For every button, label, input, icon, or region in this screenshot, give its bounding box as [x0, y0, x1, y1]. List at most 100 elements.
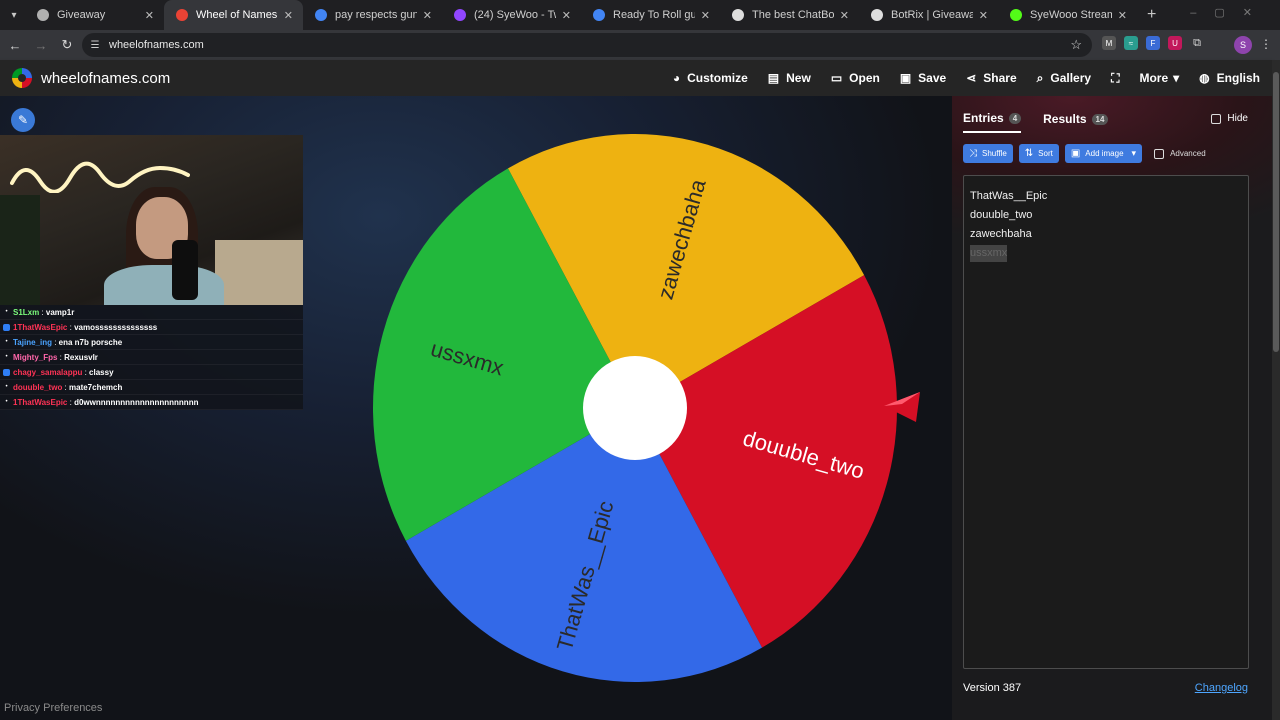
- chat-username: Mighty_Fps: [13, 352, 58, 362]
- tab-close-icon[interactable]: ✕: [562, 9, 571, 22]
- hide-checkbox[interactable]: [1211, 113, 1222, 124]
- chat-badge-icon: [3, 368, 10, 376]
- changelog-link[interactable]: Changelog: [1195, 682, 1248, 694]
- add-image-button[interactable]: ▣ Add image ▾: [1064, 144, 1143, 163]
- extensions-row: M ≈ F U ⧉: [1102, 36, 1204, 50]
- advanced-label: Advanced: [1170, 149, 1206, 158]
- wheel-pointer-icon: [884, 392, 920, 422]
- tab-close-icon[interactable]: ✕: [840, 9, 849, 22]
- tab-close-icon[interactable]: ✕: [701, 9, 710, 22]
- site-name[interactable]: wheelofnames.com: [41, 70, 170, 87]
- tab-close-icon[interactable]: ✕: [423, 9, 432, 22]
- advanced-toggle[interactable]: Advanced: [1154, 148, 1206, 159]
- chat-separator: :: [62, 382, 69, 392]
- bookmark-star-icon[interactable]: ☆: [1070, 37, 1082, 53]
- chat-badge-icon: •: [5, 354, 8, 360]
- chat-text: classy: [89, 367, 114, 377]
- tab-close-icon[interactable]: ✕: [284, 9, 293, 22]
- back-icon[interactable]: ←: [4, 38, 26, 53]
- chat-separator: :: [67, 322, 75, 332]
- tab-title: Wheel of Names | Random: [196, 9, 278, 21]
- extension-icon[interactable]: M: [1102, 36, 1116, 50]
- tab-favicon-icon: [315, 9, 327, 21]
- browser-tab[interactable]: Ready To Roll gunbuddy ✕: [581, 0, 720, 30]
- browser-tab[interactable]: SyeWooo Stream - Watch ✕: [998, 0, 1137, 30]
- wheel-logo-icon[interactable]: [12, 68, 32, 88]
- profile-avatar[interactable]: S: [1234, 36, 1252, 54]
- menu-item-english[interactable]: ◍ English: [1199, 71, 1260, 85]
- reload-icon[interactable]: ↻: [56, 37, 78, 53]
- extension-icon[interactable]: U: [1168, 36, 1182, 50]
- wheel-center[interactable]: [583, 356, 687, 460]
- advanced-checkbox[interactable]: [1154, 148, 1165, 159]
- puzzle-icon[interactable]: ⧉: [1190, 36, 1204, 50]
- pencil-icon[interactable]: ✎: [11, 108, 35, 132]
- browser-tab[interactable]: BotRix | Giveaways ✕: [859, 0, 998, 30]
- menu-item-gallery[interactable]: ⌕ Gallery: [1037, 71, 1091, 86]
- window-controls[interactable]: –▢✕: [1190, 6, 1270, 19]
- panel-tabs: Entries 4 Results 14: [963, 111, 1109, 133]
- menu-item-more[interactable]: More ▾: [1139, 71, 1179, 85]
- browser-tab[interactable]: Wheel of Names | Random ✕: [164, 0, 303, 30]
- site-info-icon[interactable]: ☰: [88, 38, 102, 52]
- tab-close-icon[interactable]: ✕: [1118, 9, 1127, 22]
- tab-results[interactable]: Results 14: [1043, 111, 1109, 133]
- entry-line[interactable]: douuble_two: [970, 209, 1032, 221]
- browser-tab[interactable]: The best ChatBot and Wi ✕: [720, 0, 859, 30]
- wheel[interactable]: zawechbahadouuble_twoThatWas__Epicussxmx: [372, 132, 897, 682]
- extension-icon[interactable]: F: [1146, 36, 1160, 50]
- menu-label: New: [786, 71, 811, 85]
- menu-label: Save: [918, 71, 947, 85]
- url-text[interactable]: wheelofnames.com: [109, 39, 204, 51]
- menu-item-fullscreen[interactable]: ⛶: [1111, 71, 1119, 86]
- sort-label: Sort: [1038, 149, 1053, 158]
- chat-badge-icon: •: [5, 399, 8, 405]
- menu-item-new[interactable]: ▤ New: [768, 71, 811, 85]
- omnibox[interactable]: ☰ wheelofnames.com ☆: [82, 33, 1092, 57]
- chat-message: • Tajine_ing : ena n7b porsche: [0, 335, 303, 350]
- browser-tab[interactable]: pay respects gun buddy - ✕: [303, 0, 442, 30]
- entry-line[interactable]: zawechbaha: [970, 228, 1032, 240]
- menu-item-customize[interactable]: ◕ Customize: [673, 71, 748, 85]
- tab-title: BotRix | Giveaways: [891, 9, 973, 21]
- tab-list: Giveaway✕Wheel of Names | Random✕pay res…: [25, 0, 1137, 30]
- count-badge: 14: [1091, 113, 1109, 125]
- menu-label: Share: [983, 71, 1017, 85]
- shuffle-button[interactable]: ⤨ Shuffle: [963, 144, 1013, 163]
- add-image-label: Add image: [1085, 149, 1124, 158]
- hide-label: Hide: [1227, 113, 1248, 124]
- sort-button[interactable]: ⇅ Sort: [1018, 144, 1059, 163]
- browser-tab[interactable]: Giveaway ✕: [25, 0, 164, 30]
- tab-close-icon[interactable]: ✕: [979, 9, 988, 22]
- entries-panel: Entries 4 Results 14 Hide ⤨ Shuffle ⇅ Sort ▣ A…: [952, 96, 1272, 720]
- new-tab-icon[interactable]: +: [1147, 6, 1156, 24]
- entry-line[interactable]: ussxmx: [970, 245, 1008, 262]
- browser-tab[interactable]: (24) SyeWoo - Twitch ✕: [442, 0, 581, 30]
- tab-favicon-icon: [732, 9, 744, 21]
- tab-favicon-icon: [176, 9, 188, 21]
- tab-title: SyeWooo Stream - Watch: [1030, 9, 1112, 21]
- webcam-overlay: [0, 135, 303, 305]
- tab-entries[interactable]: Entries 4: [963, 111, 1022, 133]
- chat-username: chagy_samalappu: [13, 367, 83, 377]
- address-bar: ← → ↻ ☰ wheelofnames.com ☆ M ≈ F U ⧉ S ⋮: [0, 30, 1280, 60]
- menu-item-save[interactable]: ▣ Save: [900, 71, 946, 85]
- tab-favicon-icon: [1010, 9, 1022, 21]
- privacy-preferences-link[interactable]: Privacy Preferences: [4, 702, 102, 714]
- tab-close-icon[interactable]: ✕: [145, 9, 154, 22]
- chrome-menu-icon[interactable]: ⋮: [1260, 37, 1272, 51]
- page-scrollbar[interactable]: [1272, 60, 1280, 720]
- menu-item-open[interactable]: ▭ Open: [831, 71, 880, 85]
- panel-tab-label: Entries: [963, 111, 1004, 125]
- chat-message: chagy_samalappu : classy: [0, 365, 303, 380]
- menu-item-share[interactable]: ⋖ Share: [966, 71, 1016, 85]
- hide-toggle[interactable]: Hide: [1211, 113, 1248, 124]
- entries-textarea[interactable]: ThatWas__Epic douuble_two zawechbaha ussxmx: [963, 175, 1249, 669]
- extension-icon[interactable]: ≈: [1124, 36, 1138, 50]
- tab-search-icon[interactable]: ▾: [3, 4, 25, 26]
- entry-line[interactable]: ThatWas__Epic: [970, 190, 1047, 202]
- menu-label: Open: [849, 71, 880, 85]
- forward-icon[interactable]: →: [30, 38, 52, 53]
- chat-separator: :: [67, 397, 75, 407]
- scrollbar-thumb[interactable]: [1273, 72, 1279, 352]
